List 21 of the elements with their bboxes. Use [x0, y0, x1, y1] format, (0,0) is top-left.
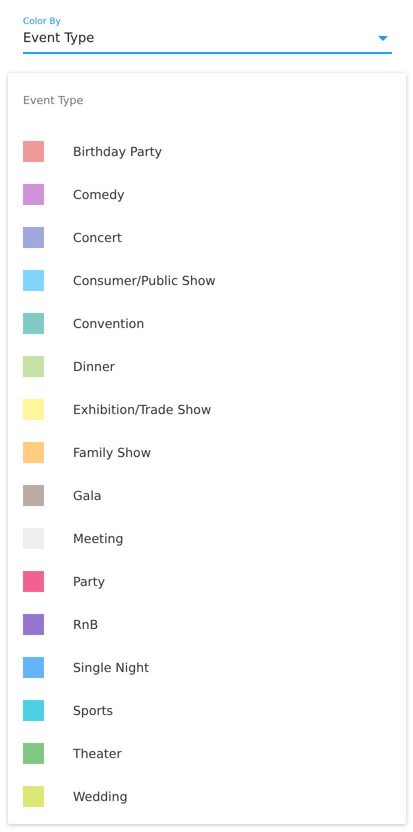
legend-label: Gala [73, 488, 102, 503]
legend-label: Theater [73, 746, 122, 761]
legend-label: Sports [73, 703, 114, 718]
legend-label: Wedding [73, 789, 128, 804]
legend-label: Concert [73, 230, 122, 245]
legend-label: Meeting [73, 531, 124, 546]
legend-label: Birthday Party [73, 144, 162, 159]
legend-label: Convention [73, 316, 144, 331]
select-value: Event Type [23, 30, 94, 46]
legend-label: Family Show [73, 445, 151, 460]
color-by-select[interactable]: Color By Event Type [23, 16, 392, 54]
legend-label: RnB [73, 617, 98, 632]
legend-label: Consumer/Public Show [73, 273, 216, 288]
legend-title: Event Type [22, 93, 84, 109]
legend-label: Party [73, 574, 106, 589]
select-label: Color By [23, 16, 62, 28]
caret-icon [378, 36, 388, 40]
legend-label: Dinner [73, 359, 115, 374]
legend-label: Single Night [73, 660, 149, 675]
legend-label: Exhibition/Trade Show [73, 402, 212, 417]
legend-label: Comedy [73, 187, 125, 202]
